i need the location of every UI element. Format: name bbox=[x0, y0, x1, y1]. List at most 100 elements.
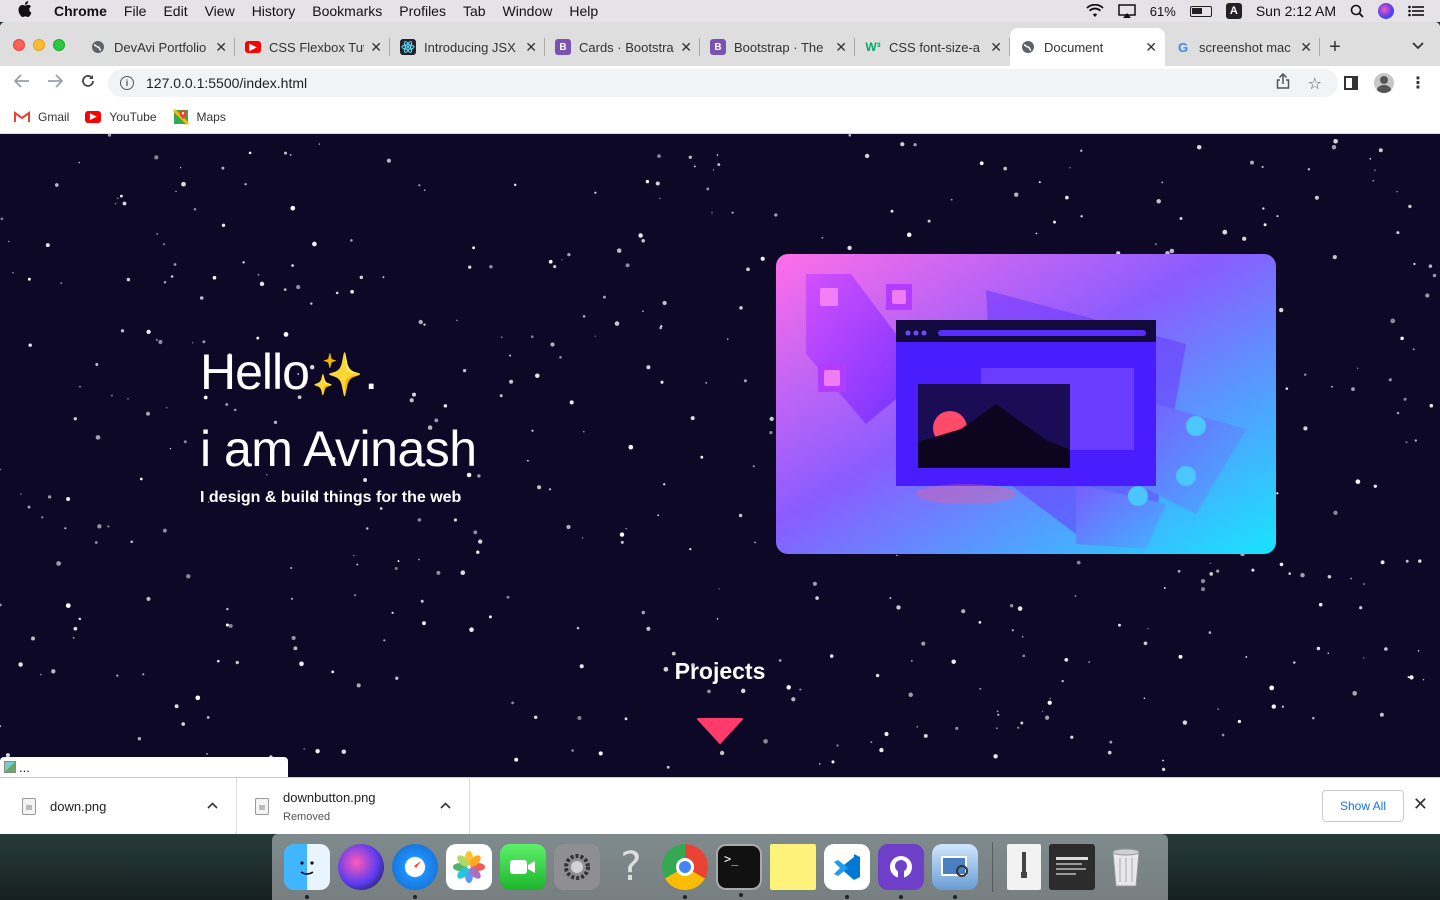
menu-file[interactable]: File bbox=[124, 3, 147, 19]
tab-title: DevAvi Portfolio bbox=[114, 39, 207, 55]
star bbox=[156, 233, 159, 235]
download-options-chevron-icon[interactable] bbox=[440, 800, 451, 812]
tab-devavi-portfolio[interactable]: DevAvi Portfolio ✕ bbox=[80, 34, 235, 60]
archive-icon[interactable] bbox=[1007, 844, 1041, 890]
close-tab-icon[interactable]: ✕ bbox=[1300, 39, 1312, 56]
menu-view[interactable]: View bbox=[205, 3, 235, 19]
star bbox=[514, 757, 519, 762]
side-panel-icon[interactable] bbox=[1344, 76, 1358, 90]
close-tab-icon[interactable]: ✕ bbox=[1145, 39, 1157, 56]
close-tab-icon[interactable]: ✕ bbox=[215, 39, 227, 56]
tab-introducing-jsx[interactable]: Introducing JSX ✕ bbox=[390, 34, 545, 60]
vscode-icon[interactable] bbox=[824, 844, 870, 899]
star bbox=[1076, 560, 1081, 565]
chrome-icon[interactable] bbox=[662, 844, 708, 899]
star bbox=[183, 440, 187, 444]
bookmark-maps[interactable]: Maps bbox=[172, 108, 226, 125]
preview-icon[interactable] bbox=[932, 844, 978, 899]
back-button[interactable] bbox=[11, 73, 33, 93]
download-options-chevron-icon[interactable] bbox=[207, 800, 218, 812]
tab-css-font-size[interactable]: W³ CSS font-size-a ✕ bbox=[855, 34, 1010, 60]
menu-app-name[interactable]: Chrome bbox=[54, 3, 107, 19]
safari-icon[interactable] bbox=[392, 844, 438, 899]
star bbox=[154, 155, 159, 160]
menu-edit[interactable]: Edit bbox=[163, 3, 187, 19]
close-tab-icon[interactable]: ✕ bbox=[680, 39, 692, 56]
menu-tab[interactable]: Tab bbox=[463, 3, 486, 19]
tab-search-chevron-icon[interactable] bbox=[1412, 39, 1424, 53]
close-tab-icon[interactable]: ✕ bbox=[835, 39, 847, 56]
tab-css-flexbox[interactable]: ▶ CSS Flexbox Tut ✕ bbox=[235, 34, 390, 60]
bookmark-gmail[interactable]: Gmail bbox=[14, 110, 69, 124]
bookmark-label: Gmail bbox=[38, 109, 70, 124]
close-tab-icon[interactable]: ✕ bbox=[990, 39, 1002, 56]
apple-menu-icon[interactable] bbox=[18, 1, 36, 21]
menu-help[interactable]: Help bbox=[569, 3, 598, 19]
share-icon[interactable] bbox=[1276, 72, 1290, 93]
finder-icon[interactable] bbox=[284, 844, 330, 899]
wifi-icon[interactable] bbox=[1086, 4, 1104, 18]
bookmark-youtube[interactable]: ▶ YouTube bbox=[85, 110, 157, 124]
siri-icon[interactable] bbox=[1378, 3, 1394, 19]
tab-screenshot-mac[interactable]: G screenshot mac ✕ bbox=[1165, 34, 1320, 60]
forward-button[interactable] bbox=[44, 73, 66, 93]
star bbox=[66, 496, 71, 502]
star bbox=[561, 259, 563, 261]
chrome-menu-icon[interactable]: ⋮ bbox=[1410, 73, 1426, 93]
star bbox=[1074, 595, 1077, 597]
minimize-window-button[interactable] bbox=[33, 39, 45, 51]
scroll-down-arrow-icon[interactable] bbox=[697, 718, 743, 744]
site-info-icon[interactable]: i bbox=[120, 76, 134, 90]
menubar-clock[interactable]: Sun 2:12 AM bbox=[1256, 3, 1336, 19]
github-desktop-icon[interactable] bbox=[878, 844, 924, 899]
star bbox=[625, 527, 627, 530]
url-text[interactable]: 127.0.0.1:5500/index.html bbox=[146, 75, 307, 91]
photos-icon[interactable] bbox=[446, 844, 492, 890]
address-bar[interactable]: i 127.0.0.1:5500/index.html ☆ bbox=[108, 69, 1338, 97]
star bbox=[1017, 726, 1020, 729]
facetime-icon[interactable] bbox=[500, 844, 546, 890]
star bbox=[73, 417, 77, 421]
menu-bookmarks[interactable]: Bookmarks bbox=[312, 3, 382, 19]
close-tab-icon[interactable]: ✕ bbox=[525, 39, 537, 56]
close-tab-icon[interactable]: ✕ bbox=[370, 39, 382, 56]
screenshot-icon[interactable] bbox=[1049, 844, 1095, 890]
bookmark-star-icon[interactable]: ☆ bbox=[1308, 74, 1322, 94]
star bbox=[509, 379, 514, 384]
siri-icon[interactable] bbox=[338, 844, 384, 890]
menu-profiles[interactable]: Profiles bbox=[399, 3, 446, 19]
star bbox=[537, 485, 542, 490]
input-source-icon[interactable]: A bbox=[1225, 3, 1242, 19]
close-download-shelf-icon[interactable]: ✕ bbox=[1413, 794, 1428, 815]
star bbox=[848, 134, 852, 137]
help-icon[interactable]: ? bbox=[608, 844, 654, 890]
stickies-icon[interactable] bbox=[770, 844, 816, 890]
star bbox=[1070, 735, 1074, 739]
menu-window[interactable]: Window bbox=[503, 3, 553, 19]
system-preferences-icon[interactable] bbox=[554, 844, 600, 890]
tab-document[interactable]: Document ✕ bbox=[1010, 28, 1165, 66]
tab-title: screenshot mac bbox=[1199, 39, 1291, 55]
spotlight-search-icon[interactable] bbox=[1350, 4, 1364, 18]
new-tab-button[interactable]: + bbox=[1320, 34, 1350, 60]
battery-icon[interactable] bbox=[1189, 5, 1212, 17]
star bbox=[1396, 411, 1400, 415]
download-item[interactable]: down.png bbox=[0, 777, 237, 834]
terminal-icon[interactable]: >_ bbox=[716, 844, 762, 897]
trash-icon[interactable] bbox=[1103, 844, 1149, 890]
zoom-window-button[interactable] bbox=[53, 39, 65, 51]
notification-center-icon[interactable] bbox=[1408, 5, 1424, 17]
download-item[interactable]: downbutton.png Removed bbox=[237, 777, 470, 834]
tab-cards-bootstrap[interactable]: B Cards · Bootstra ✕ bbox=[545, 34, 700, 60]
reload-button[interactable] bbox=[77, 73, 99, 94]
close-window-button[interactable] bbox=[13, 39, 25, 51]
star bbox=[1155, 243, 1157, 245]
menu-history[interactable]: History bbox=[252, 3, 296, 19]
show-all-downloads-button[interactable]: Show All bbox=[1322, 790, 1404, 822]
tab-bootstrap[interactable]: B Bootstrap · The ✕ bbox=[700, 34, 855, 60]
sparkles-icon: ✨ bbox=[310, 351, 363, 398]
star bbox=[193, 207, 197, 211]
airplay-icon[interactable] bbox=[1118, 4, 1136, 18]
profile-avatar[interactable] bbox=[1374, 73, 1394, 93]
star bbox=[199, 296, 204, 300]
